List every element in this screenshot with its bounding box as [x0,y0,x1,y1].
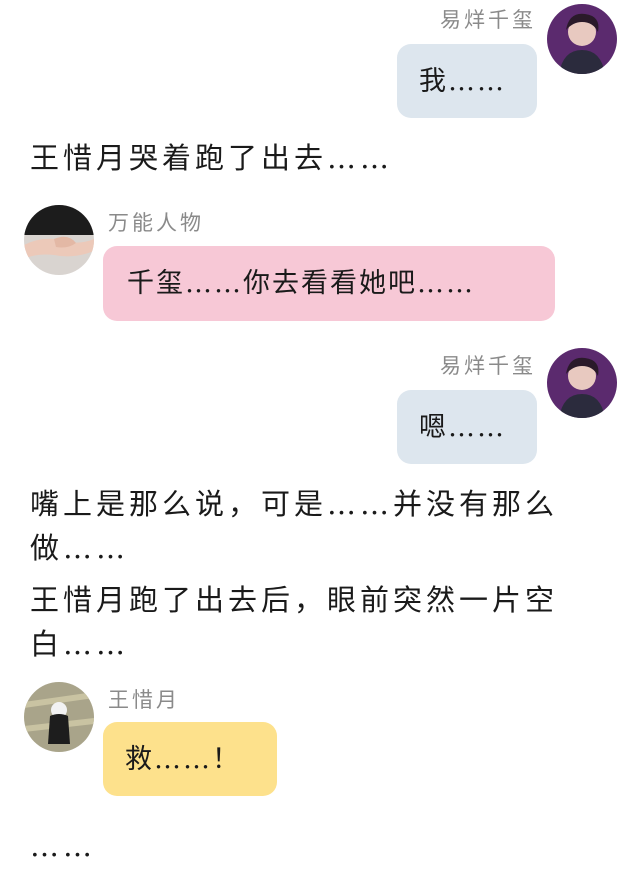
avatar[interactable] [547,4,617,74]
chat-bubble: 救……！ [103,722,277,796]
hands-avatar-icon [24,205,94,275]
girl-back-avatar-icon [24,682,94,752]
chat-bubble: 我…… [397,44,537,118]
narration-text: 王惜月哭着跑了出去…… [30,141,394,175]
avatar[interactable] [547,348,617,418]
sender-name: 易烊千玺 [440,8,536,32]
sender-name: 易烊千玺 [440,354,536,378]
chat-bubble: 千玺……你去看看她吧…… [103,246,555,321]
narration-text: 嘴上是那么说，可是……并没有那么做…… [30,487,559,565]
sender-name: 万能人物 [108,211,204,235]
boy-portrait-avatar-icon [547,4,617,74]
boy-portrait-avatar-icon [547,348,617,418]
narration-text: …… [30,829,96,863]
avatar[interactable] [24,682,94,752]
sender-name: 王惜月 [108,688,180,712]
narration-text: 王惜月跑了出去后，眼前突然一片空白…… [30,583,559,661]
chat-bubble: 嗯…… [397,390,537,464]
avatar[interactable] [24,205,94,275]
